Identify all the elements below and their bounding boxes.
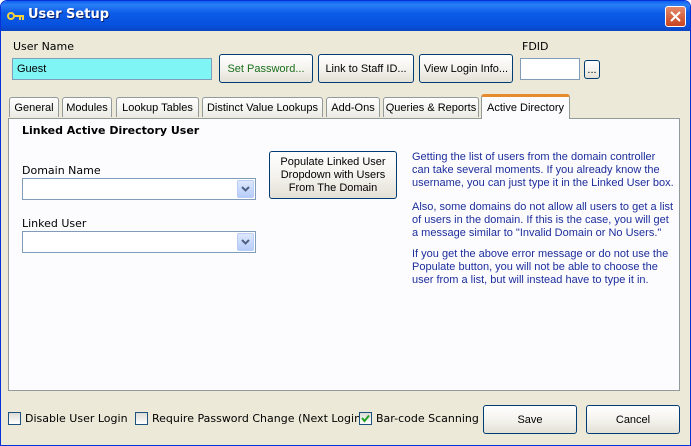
chevron-down-icon[interactable] (237, 180, 254, 198)
linked-user-dropdown[interactable] (22, 231, 256, 253)
save-button[interactable]: Save (483, 405, 577, 434)
info-paragraph-1: Getting the list of users from the domai… (412, 151, 674, 189)
cancel-button[interactable]: Cancel (586, 405, 680, 434)
disable-login-label[interactable]: Disable User Login (25, 412, 128, 425)
info-paragraph-3: If you get the above error message or do… (412, 248, 669, 286)
tab-add-ons[interactable]: Add-Ons (326, 97, 380, 117)
fdid-label: FDID (522, 40, 549, 53)
fdid-input[interactable] (520, 58, 580, 80)
active-directory-panel: Linked Active Directory User Domain Name… (8, 118, 680, 391)
tab-general[interactable]: General (9, 97, 59, 117)
tab-lookup-tables[interactable]: Lookup Tables (116, 97, 199, 117)
tab-active-directory[interactable]: Active Directory (481, 94, 570, 119)
domain-name-dropdown[interactable] (22, 178, 256, 200)
view-login-info-button[interactable]: View Login Info... (419, 54, 513, 83)
title-bar[interactable]: User Setup (1, 1, 690, 31)
dialog-body: User Name Set Password... Link to Staff … (1, 31, 690, 445)
tab-distinct-value-lookups[interactable]: Distinct Value Lookups (202, 97, 323, 117)
chevron-down-icon[interactable] (237, 233, 254, 251)
require-password-label[interactable]: Require Password Change (Next Login) (152, 412, 365, 425)
domain-name-label: Domain Name (22, 164, 101, 177)
user-setup-window: User Setup User Name Set Password... Lin… (0, 0, 691, 446)
window-title: User Setup (28, 7, 110, 22)
checkmark-icon (361, 414, 370, 423)
link-staff-id-button[interactable]: Link to Staff ID... (318, 54, 414, 83)
barcode-checkbox[interactable] (359, 412, 372, 425)
close-button[interactable] (665, 6, 686, 27)
section-title: Linked Active Directory User (22, 124, 200, 137)
barcode-label[interactable]: Bar-code Scanning (376, 412, 479, 425)
populate-users-button[interactable]: Populate Linked User Dropdown with Users… (269, 151, 397, 199)
tab-modules[interactable]: Modules (62, 97, 112, 117)
info-paragraph-2: Also, some domains do not allow all user… (412, 201, 674, 239)
set-password-button[interactable]: Set Password... (219, 54, 313, 83)
user-name-input[interactable] (12, 58, 212, 80)
key-icon (7, 9, 25, 23)
linked-user-label: Linked User (22, 217, 87, 230)
tab-queries-reports[interactable]: Queries & Reports (383, 97, 479, 117)
fdid-browse-button[interactable]: ... (584, 60, 600, 79)
require-password-checkbox[interactable] (135, 412, 148, 425)
user-name-label: User Name (13, 40, 75, 53)
disable-login-checkbox[interactable] (8, 412, 21, 425)
